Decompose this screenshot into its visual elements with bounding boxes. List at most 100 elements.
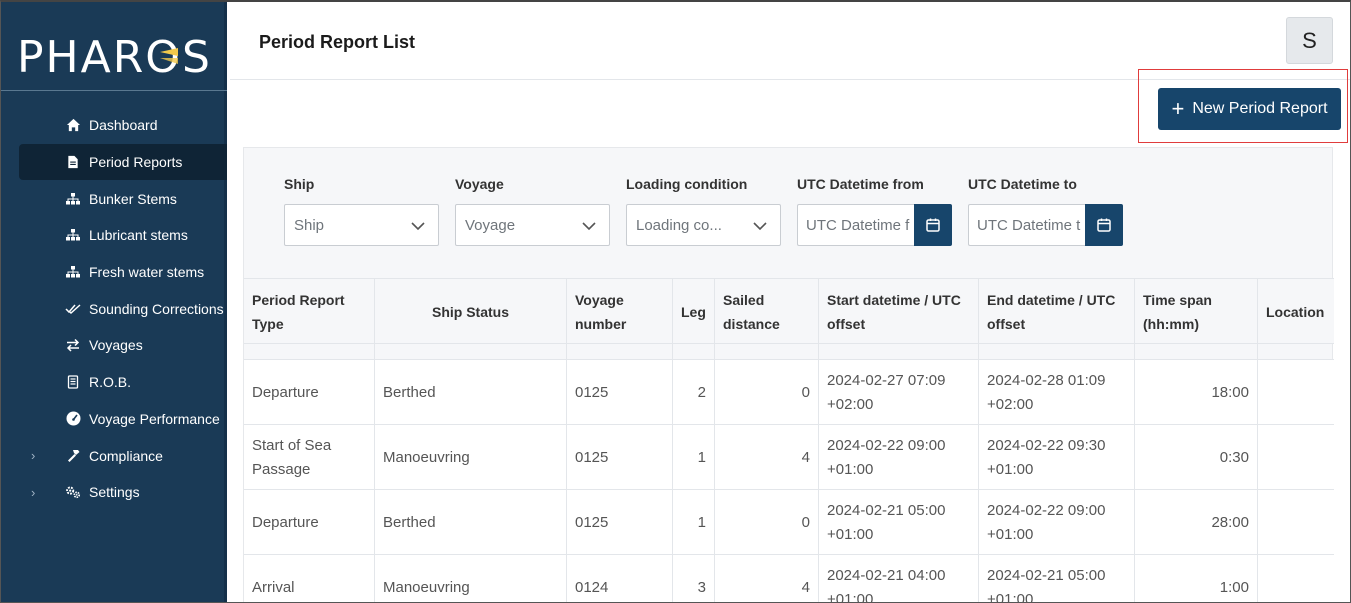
sidebar-item-sounding-corrections[interactable]: Sounding Corrections [1,290,227,327]
ship-select[interactable]: Ship [284,204,439,246]
column-header-sailed-distance[interactable]: Sailed distance [715,279,819,345]
sidebar-item-label: R.O.B. [89,374,132,391]
cell-time-span: 1:00 [1135,555,1258,602]
ship-filter-label: Ship [284,176,315,192]
column-header-voyage-number[interactable]: Voyage number [567,279,673,345]
cell-voyage-number: 0125 [567,360,673,425]
cell-location [1258,425,1334,490]
table-body: Departure Berthed 0125 2 0 2024-02-27 07:09 +… [244,344,1334,602]
table-row[interactable]: Departure Berthed 0125 1 0 2024-02-21 05:00 +… [244,490,1334,555]
cell-period-report-type: Arrival [244,555,375,602]
sidebar-item-r-o-b[interactable]: R.O.B. [1,364,227,401]
sidebar-item-voyages[interactable]: Voyages [1,327,227,364]
cell-ship-status: Berthed [375,360,567,425]
sidebar-item-settings[interactable]: › Settings [1,474,227,511]
document-icon [65,154,81,170]
gears-icon [65,484,81,500]
column-header-location[interactable]: Location [1258,279,1334,345]
column-divider [374,344,375,360]
user-avatar[interactable]: S [1286,17,1333,64]
cell-start-datetime: 2024-02-21 04:00 +01:00 [819,555,979,602]
cell-ship-status: Manoeuvring [375,425,567,490]
cell-end-datetime: 2024-02-22 09:30 +01:00 [979,425,1135,490]
utc-to-input[interactable]: UTC Datetime t [968,204,1085,246]
utc-from-label: UTC Datetime from [797,176,924,192]
table-row[interactable]: Arrival Manoeuvring 0124 3 4 2024-02-21 04:00… [244,555,1334,602]
sidebar-item-lubricant-stems[interactable]: Lubricant stems [1,217,227,254]
hammer-icon [65,448,81,464]
column-divider [1257,344,1258,360]
sidebar-item-compliance[interactable]: › Compliance [1,437,227,474]
column-header-period-report-type[interactable]: Period Report Type [244,279,375,345]
sidebar-item-fresh-water-stems[interactable]: Fresh water stems [1,254,227,291]
cell-leg: 3 [673,555,715,602]
sidebar-item-label: Fresh water stems [89,264,205,281]
chevron-right-icon: › [31,484,36,500]
utc-from-filter: UTC Datetime from UTC Datetime f [797,176,952,246]
sidebar-item-label: Bunker Stems [89,190,177,207]
swap-arrows-icon [65,337,81,353]
column-divider [818,344,819,360]
cell-time-span: 18:00 [1135,360,1258,425]
cell-voyage-number: 0124 [567,555,673,602]
double-check-icon [65,301,81,317]
cell-period-report-type: Departure [244,360,375,425]
loading-condition-select[interactable]: Loading co... [626,204,781,246]
utc-from-input[interactable]: UTC Datetime f [797,204,914,246]
page-title: Period Report List [259,32,416,52]
new-period-report-button[interactable]: + New Period Report [1158,88,1341,130]
logo-divider [1,90,227,91]
column-header-ship-status[interactable]: Ship Status [375,279,567,345]
cell-time-span: 0:30 [1135,425,1258,490]
sidebar-item-label: Sounding Corrections [89,300,224,317]
sidebar-item-bunker-stems[interactable]: Bunker Stems [1,180,227,217]
cell-sailed-distance: 4 [715,425,819,490]
column-header-end-datetime[interactable]: End datetime / UTC offset [979,279,1135,345]
sidebar-item-label: Dashboard [89,117,158,134]
table-row[interactable]: Departure Berthed 0125 2 0 2024-02-27 07:09 +… [244,360,1334,425]
pharos-logo[interactable]: PHARO S [17,32,212,83]
sidebar-item-period-reports[interactable]: Period Reports [19,143,227,181]
voyage-select-value: Voyage [465,216,516,234]
column-divider [672,344,673,360]
cell-start-datetime: 2024-02-27 07:09 +02:00 [819,360,979,425]
chevron-right-icon: › [31,448,36,464]
voyage-filter-label: Voyage [455,176,504,192]
new-period-report-label: New Period Report [1192,100,1328,117]
voyage-select[interactable]: Voyage [455,204,610,246]
cell-period-report-type: Start of Sea Passage [244,425,375,490]
column-divider [566,344,567,360]
cell-start-datetime: 2024-02-22 09:00 +01:00 [819,425,979,490]
cell-end-datetime: 2024-02-22 09:00 +01:00 [979,490,1135,555]
utc-to-label: UTC Datetime to [968,176,1077,192]
sidebar: PHARO S Dashboard Period Reports Bunker Ste… [1,2,227,602]
report-panel: Ship Ship Voyage Voyage Loading conditio… [243,147,1334,602]
voyage-filter: Voyage Voyage [455,176,610,246]
cell-sailed-distance: 4 [715,555,819,602]
sidebar-item-dashboard[interactable]: Dashboard [1,107,227,144]
cell-voyage-number: 0125 [567,490,673,555]
cell-location [1258,555,1334,602]
chevron-down-icon [753,222,767,231]
column-header-start-datetime[interactable]: Start datetime / UTC offset [819,279,979,345]
ship-filter: Ship Ship [284,176,439,246]
utc-to-filter: UTC Datetime to UTC Datetime t [968,176,1123,246]
column-header-leg[interactable]: Leg [673,279,715,345]
sitemap-icon [65,227,81,243]
calendar-button[interactable] [914,204,952,246]
table-header: Period Report Type Ship Status Voyage numb… [244,278,1334,345]
receipt-icon [65,374,81,390]
sidebar-item-label: Period Reports [89,154,183,171]
calendar-button[interactable] [1085,204,1123,246]
column-header-time-span[interactable]: Time span (hh:mm) [1135,279,1258,345]
plus-icon: + [1171,96,1185,121]
gauge-icon [65,411,81,427]
sitemap-icon [65,264,81,280]
cell-leg: 1 [673,490,715,555]
table-row[interactable]: Start of Sea Passage Manoeuvring 0125 1 4 202… [244,425,1334,490]
sidebar-item-label: Voyage Performance [89,410,220,427]
cell-time-span: 28:00 [1135,490,1258,555]
home-icon [65,117,81,133]
loading-condition-filter: Loading condition Loading co... [626,176,781,246]
sidebar-item-voyage-performance[interactable]: Voyage Performance [1,401,227,438]
